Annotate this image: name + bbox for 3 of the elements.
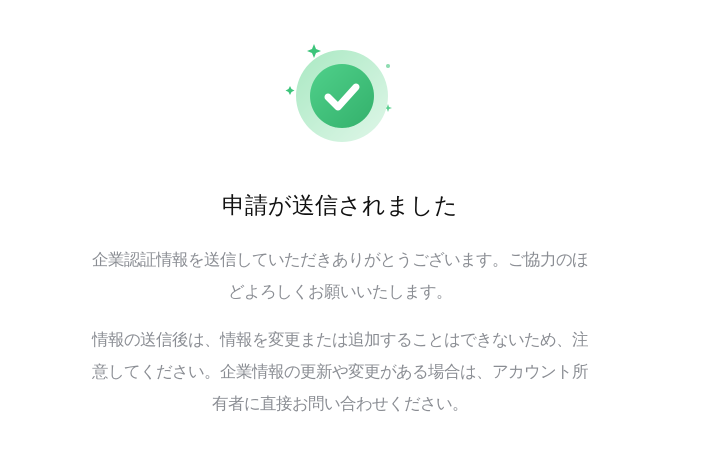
message-text: 情報の送信後は、情報を変更または追加することはできないため、注意してください。企業情報の更新や変更がある場合は、アカウント所有者に直接お問い合わせください。: [90, 328, 589, 415]
heading: 申請が送信されました: [222, 192, 458, 221]
message-text: 企業認証情報を送信していただきありがとうございます。ご協力のほどよろしくお願いいたします。: [91, 248, 589, 303]
